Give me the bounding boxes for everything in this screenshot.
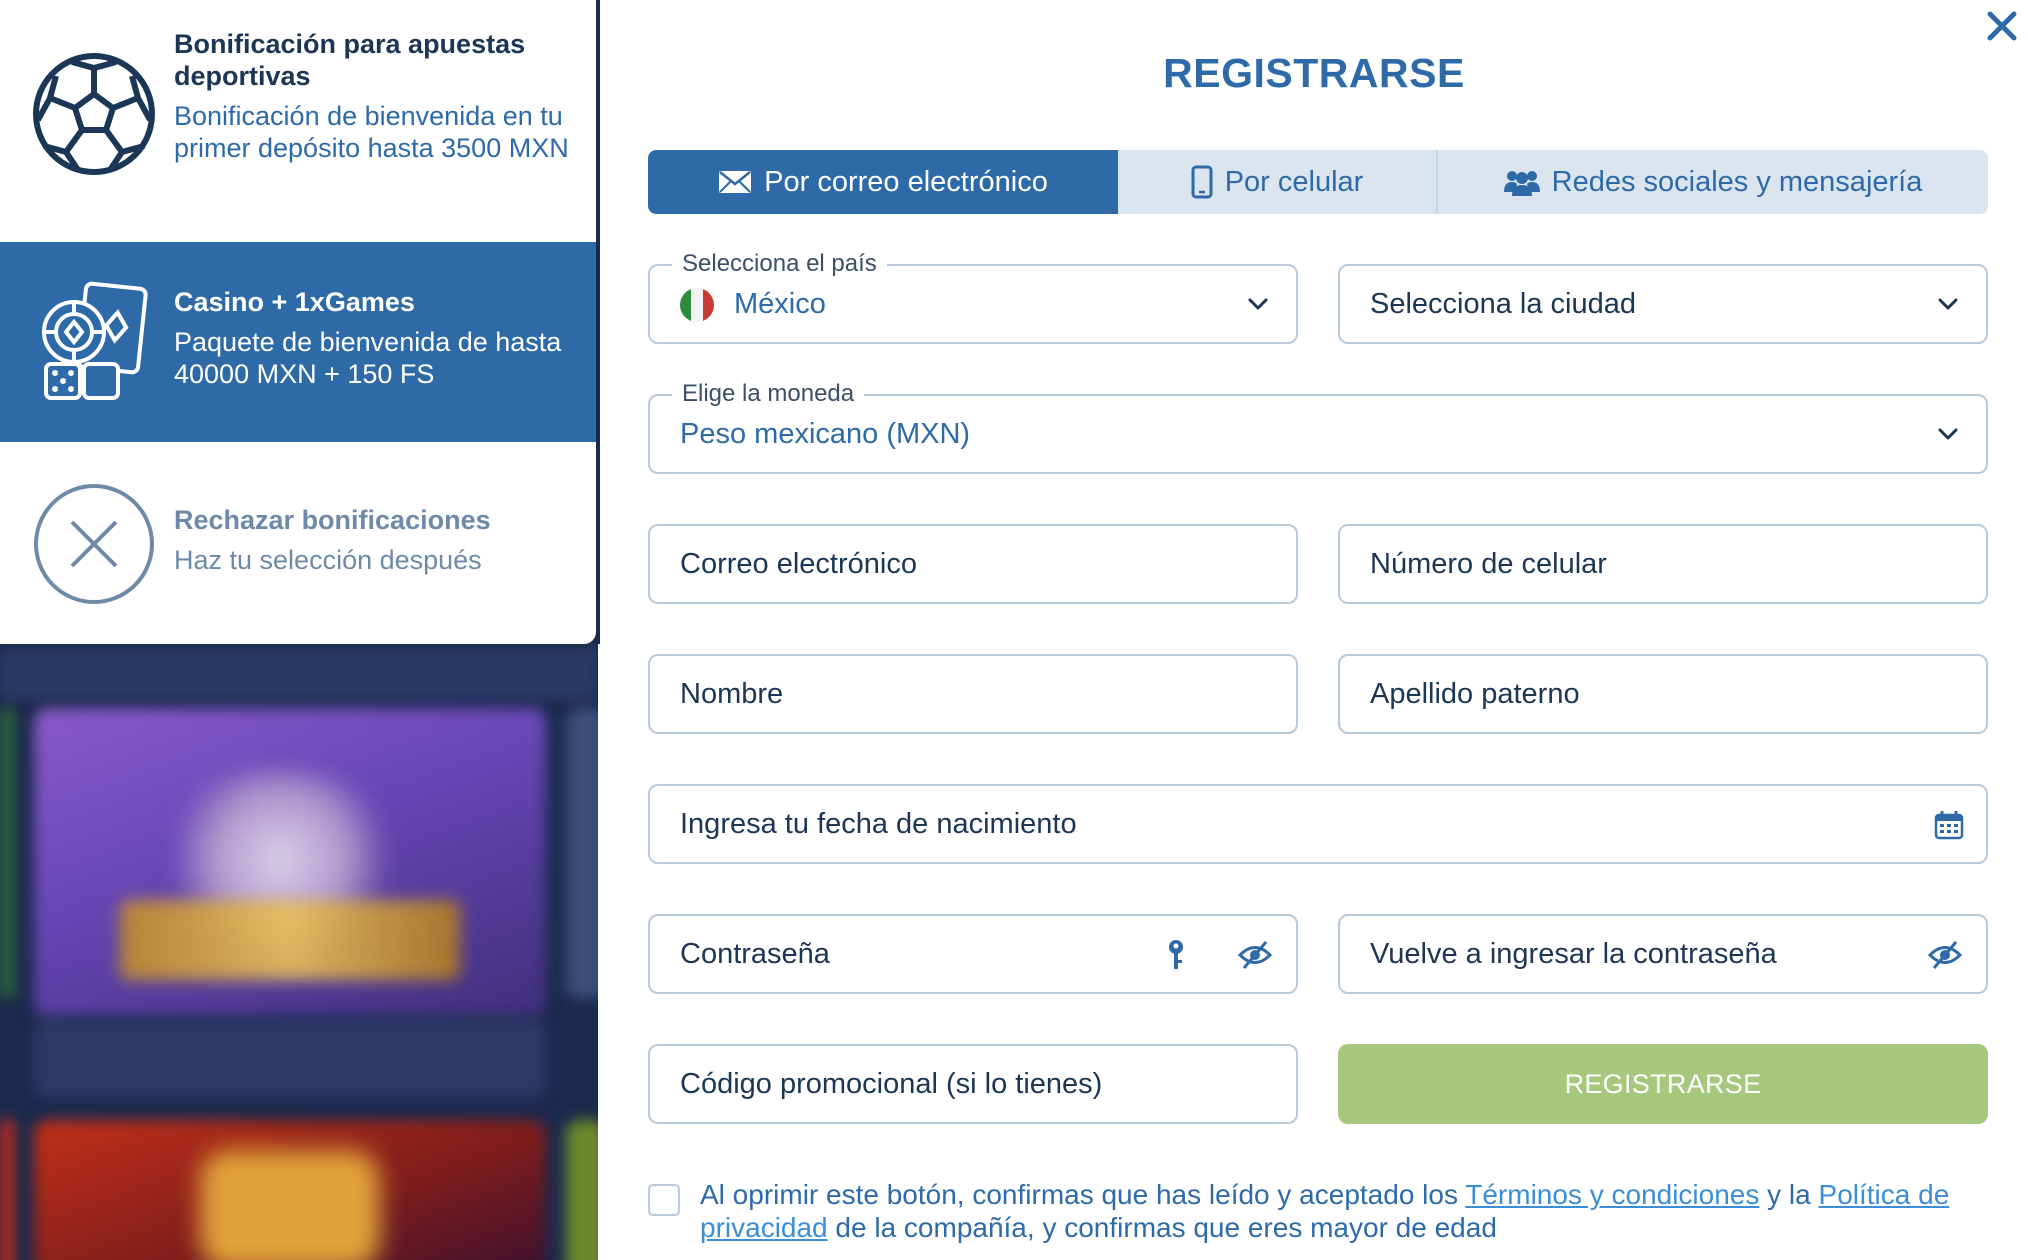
currency-select[interactable]: Elige la moneda Peso mexicano (MXN) [648, 378, 1988, 474]
key-icon[interactable] [1166, 938, 1186, 972]
calendar-icon[interactable] [1934, 810, 1964, 840]
close-icon[interactable] [1980, 4, 2024, 48]
phone-icon [1191, 165, 1213, 199]
currency-value: Peso mexicano (MXN) [680, 418, 971, 450]
blurred-game-art [200, 1150, 380, 1260]
users-icon [1503, 171, 1540, 196]
phone-placeholder: Número de celular [1370, 548, 1607, 580]
country-select[interactable]: Selecciona el país México [648, 248, 1298, 344]
terms-link[interactable]: Términos y condiciones [1465, 1179, 1759, 1210]
blurred-card-edge [0, 708, 14, 998]
eye-slash-icon[interactable] [1928, 938, 1962, 972]
tab-label: Por correo electrónico [764, 165, 1048, 198]
blurred-card-edge [0, 1120, 14, 1260]
city-select[interactable]: Selecciona la ciudad [1338, 264, 1988, 344]
last-name-field[interactable]: Apellido paterno [1338, 654, 1988, 734]
tab-social[interactable]: Redes sociales y mensajería [1438, 150, 1988, 214]
tab-phone[interactable]: Por celular [1118, 150, 1438, 214]
terms-checkbox[interactable] [648, 1184, 680, 1216]
password-field[interactable]: Contraseña [648, 914, 1298, 994]
email-field[interactable]: Correo electrónico [648, 524, 1298, 604]
chevron-down-icon [1248, 298, 1268, 310]
modal-title: REGISTRARSE [1163, 50, 1465, 96]
promo-code-placeholder: Código promocional (si lo tienes) [680, 1068, 1103, 1100]
terms-prefix: Al oprimir este botón, confirmas que has… [700, 1179, 1466, 1210]
decline-x-icon [34, 484, 154, 604]
chevron-down-icon [1938, 428, 1958, 440]
registration-tabs: Por correo electrónico Por celular Redes… [648, 150, 1988, 214]
password-repeat-placeholder: Vuelve a ingresar la contraseña [1370, 938, 1777, 970]
bonus-option-decline[interactable]: Rechazar bonificaciones Haz tu selección… [0, 442, 596, 644]
envelope-icon [719, 171, 752, 193]
blurred-game-caption [34, 1018, 546, 1098]
bonus-title: Casino + 1xGames [174, 287, 415, 317]
registration-modal: REGISTRARSE Por correo electrónico Por c… [600, 0, 2028, 1260]
password-placeholder: Contraseña [680, 938, 830, 970]
register-button[interactable]: REGISTRARSE [1338, 1044, 1988, 1124]
terms-middle: y la [1759, 1179, 1819, 1210]
casino-chips-cards-icon [42, 281, 148, 400]
bonus-title: Bonificación para apuestas deportivas [174, 29, 526, 91]
chevron-down-icon [1938, 298, 1958, 310]
bonus-title: Rechazar bonificaciones [174, 505, 491, 535]
birthdate-placeholder: Ingresa tu fecha de nacimiento [680, 808, 1077, 840]
password-repeat-field[interactable]: Vuelve a ingresar la contraseña [1338, 914, 1988, 994]
birthdate-field[interactable]: Ingresa tu fecha de nacimiento [648, 784, 1988, 864]
phone-field[interactable]: Número de celular [1338, 524, 1988, 604]
last-name-placeholder: Apellido paterno [1370, 678, 1580, 710]
promo-code-field[interactable]: Código promocional (si lo tienes) [648, 1044, 1298, 1124]
bonus-description: Bonificación de bienvenida en tu primer … [174, 101, 569, 163]
eye-slash-icon[interactable] [1238, 938, 1272, 972]
blurred-card-edge [566, 1120, 598, 1260]
blurred-nav-bar [0, 640, 598, 700]
bonus-description: Paquete de bienvenida de hasta 40000 MXN… [174, 327, 562, 389]
first-name-placeholder: Nombre [680, 678, 784, 710]
tab-email[interactable]: Por correo electrónico [648, 150, 1118, 214]
tab-label: Redes sociales y mensajería [1551, 165, 1923, 198]
bonus-description: Haz tu selección después [174, 545, 482, 575]
email-placeholder: Correo electrónico [680, 548, 917, 580]
city-placeholder: Selecciona la ciudad [1370, 288, 1637, 320]
country-value: México [734, 288, 826, 320]
bonus-option-casino[interactable]: Casino + 1xGames Paquete de bienvenida d… [0, 242, 596, 442]
bonus-selection-panel: Bonificación para apuestas deportivas Bo… [0, 0, 596, 644]
bonus-option-sports[interactable]: Bonificación para apuestas deportivas Bo… [0, 0, 596, 242]
terms-text: Al oprimir este botón, confirmas que has… [700, 1178, 2000, 1244]
soccer-ball-icon [33, 53, 155, 175]
blurred-card-edge [566, 708, 598, 998]
blurred-game-logo [120, 900, 460, 980]
tab-label: Por celular [1224, 165, 1364, 198]
terms-suffix: de la compañía, y confirmas que eres may… [827, 1212, 1497, 1243]
mexico-flag-icon [680, 288, 714, 322]
first-name-field[interactable]: Nombre [648, 654, 1298, 734]
